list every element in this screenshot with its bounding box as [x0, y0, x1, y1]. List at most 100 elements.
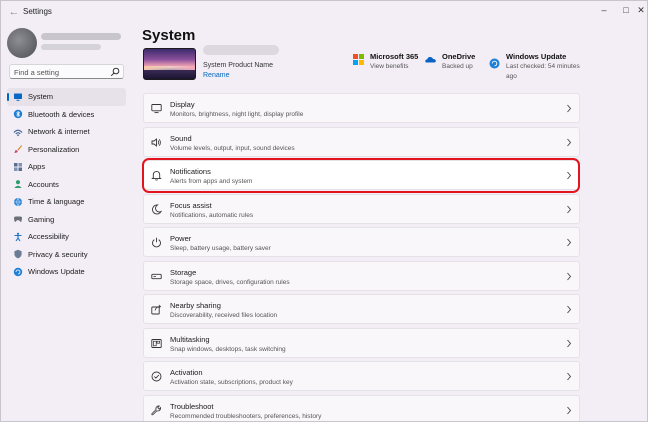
- settings-row-storage[interactable]: Storage Storage space, drives, configura…: [143, 260, 580, 291]
- sidebar-item-windows-update[interactable]: Windows Update: [7, 263, 126, 281]
- settings-row-notifications[interactable]: Notifications Alerts from apps and syste…: [143, 160, 580, 190]
- sidebar-item-system[interactable]: System: [7, 88, 126, 106]
- desktop-wallpaper-thumbnail: [143, 48, 196, 80]
- settings-row-nearby-sharing[interactable]: Nearby sharing Discoverability, received…: [143, 294, 580, 324]
- chevron-right-icon: [567, 138, 572, 146]
- windows-update-subtitle: Last checked: 54 minutes ago: [506, 63, 580, 80]
- sidebar-item-privacy-security[interactable]: Privacy & security: [7, 246, 126, 264]
- brush-icon: [14, 145, 22, 154]
- app-title: Settings: [23, 7, 52, 16]
- row-subtitle: Notifications, automatic rules: [170, 211, 254, 219]
- row-subtitle: Monitors, brightness, night light, displ…: [170, 111, 304, 118]
- row-subtitle: Sleep, battery usage, battery saver: [170, 245, 271, 252]
- device-model: System Product Name: [203, 62, 274, 69]
- profile-name-blurred: [41, 33, 121, 40]
- settings-row-display[interactable]: Display Monitors, brightness, night ligh…: [143, 93, 580, 123]
- row-title: Multitasking: [170, 334, 210, 344]
- microsoft365-icon: [353, 54, 364, 65]
- row-subtitle: Snap windows, desktops, task switching: [170, 345, 286, 353]
- share-icon: [151, 304, 162, 315]
- chevron-right-icon: [567, 238, 572, 247]
- row-subtitle: Storage space, drives, configuration rul…: [170, 278, 290, 286]
- display-icon: [151, 104, 162, 114]
- settings-row-sound[interactable]: Sound Volume levels, output, input, soun…: [143, 126, 580, 157]
- row-title: Troubleshoot: [170, 401, 214, 411]
- row-subtitle: Activation state, subscriptions, product…: [170, 379, 293, 386]
- sidebar-item-label: Apps: [28, 162, 46, 172]
- onedrive-title: OneDrive: [442, 52, 476, 61]
- sidebar-item-accounts[interactable]: Accounts: [7, 176, 126, 194]
- sidebar-item-label: Personalization: [28, 144, 80, 154]
- sidebar-item-gaming[interactable]: Gaming: [7, 211, 126, 229]
- title-bar: ← Settings – □ ✕: [1, 1, 647, 23]
- onedrive-icon: [425, 56, 436, 63]
- minimize-button[interactable]: –: [593, 3, 615, 17]
- windows-update-icon: [489, 58, 500, 69]
- row-title: Storage: [170, 267, 197, 277]
- settings-row-power[interactable]: Power Sleep, battery usage, battery save…: [143, 227, 580, 257]
- sidebar-item-label: Accessibility: [28, 232, 69, 242]
- gaming-icon: [14, 216, 22, 223]
- system-icon: [14, 93, 22, 101]
- accessibility-icon: [14, 232, 22, 242]
- settings-row-multitasking[interactable]: Multitasking Snap windows, desktops, tas…: [143, 327, 580, 358]
- row-title: Notifications: [170, 167, 211, 176]
- row-subtitle: Recommended troubleshooters, preferences…: [170, 412, 322, 420]
- sidebar-item-personalization[interactable]: Personalization: [7, 141, 126, 159]
- row-title: Focus assist: [170, 200, 212, 210]
- chevron-right-icon: [567, 372, 572, 381]
- microsoft365-subtitle: View benefits: [370, 63, 409, 70]
- back-arrow-icon[interactable]: ←: [7, 5, 21, 19]
- sidebar-item-apps[interactable]: Apps: [7, 158, 126, 176]
- update-icon: [13, 267, 23, 276]
- search-input[interactable]: [14, 67, 110, 77]
- rename-link[interactable]: Rename: [203, 72, 229, 79]
- sidebar-item-label: Network & internet: [28, 127, 90, 137]
- device-name-blurred: [203, 45, 279, 55]
- row-title: Activation: [170, 368, 203, 377]
- sidebar-item-label: Gaming: [28, 214, 55, 224]
- microsoft365-title: Microsoft 365: [370, 52, 419, 61]
- sidebar-nav: System Bluetooth & devices Network & int…: [7, 88, 126, 281]
- close-button[interactable]: ✕: [635, 3, 647, 17]
- network-icon: [13, 129, 23, 136]
- sidebar-item-network[interactable]: Network & internet: [7, 123, 126, 141]
- sidebar-item-accessibility[interactable]: Accessibility: [7, 228, 126, 246]
- chevron-right-icon: [567, 305, 572, 314]
- row-title: Sound: [170, 133, 192, 143]
- settings-row-focus-assist[interactable]: Focus assist Notifications, automatic ru…: [143, 193, 580, 224]
- chevron-right-icon: [567, 205, 572, 213]
- page-title: System: [142, 27, 196, 44]
- chevron-right-icon: [567, 339, 572, 347]
- avatar[interactable]: [7, 28, 37, 58]
- search-icon[interactable]: [110, 67, 120, 77]
- power-icon: [152, 237, 161, 248]
- activation-icon: [151, 371, 162, 382]
- shield-icon: [14, 250, 22, 259]
- row-title: Power: [170, 234, 192, 243]
- storage-icon: [151, 273, 162, 279]
- chevron-right-icon: [567, 104, 572, 113]
- bell-icon: [151, 171, 162, 181]
- row-subtitle: Alerts from apps and system: [170, 178, 253, 185]
- settings-row-activation[interactable]: Activation Activation state, subscriptio…: [143, 361, 580, 391]
- search-box[interactable]: [9, 64, 124, 79]
- profile-email-blurred: [41, 44, 101, 50]
- sidebar-item-label: Time & language: [28, 197, 85, 207]
- sidebar-item-time-language[interactable]: Time & language: [7, 193, 126, 211]
- chevron-right-icon: [567, 406, 572, 414]
- sidebar-item-label: Bluetooth & devices: [28, 109, 95, 119]
- sound-icon: [151, 137, 161, 147]
- apps-icon: [14, 162, 22, 171]
- windows-update-title: Windows Update: [506, 52, 567, 61]
- sidebar-item-label: Accounts: [28, 179, 59, 189]
- settings-row-troubleshoot[interactable]: Troubleshoot Recommended troubleshooters…: [143, 394, 580, 421]
- sidebar-item-label: Privacy & security: [28, 249, 88, 259]
- accounts-icon: [14, 180, 22, 189]
- sidebar-item-bluetooth[interactable]: Bluetooth & devices: [7, 106, 126, 124]
- settings-window: ← Settings – □ ✕ System Bluetooth & devi…: [0, 0, 648, 422]
- row-subtitle: Volume levels, output, input, sound devi…: [170, 144, 295, 152]
- chevron-right-icon: [567, 171, 572, 180]
- globe-icon: [14, 197, 22, 206]
- maximize-button[interactable]: □: [615, 3, 637, 17]
